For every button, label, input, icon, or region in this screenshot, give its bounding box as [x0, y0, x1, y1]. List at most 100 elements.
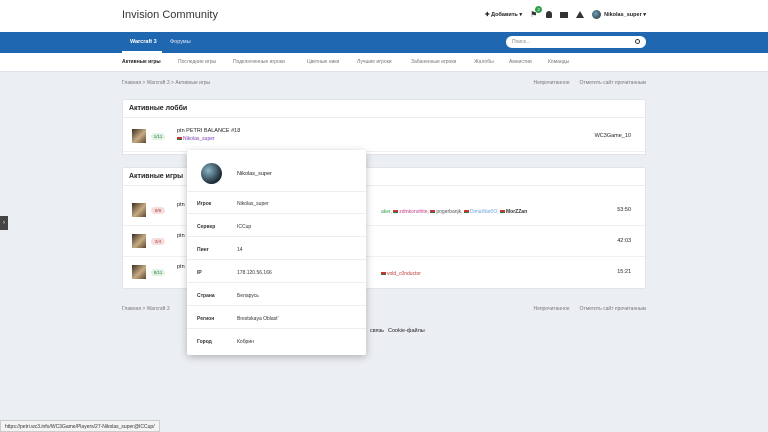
player-link[interactable]: vold_c0nductor	[387, 271, 421, 277]
flag-icon	[430, 210, 436, 214]
top-actions: ✚ Добавить ▾ ⚑ 2 Nikolas_super ▾	[485, 5, 646, 19]
unread-link[interactable]: Непрочитанное	[533, 306, 569, 312]
browser-status-url: https://petri.wc3.info/WC3Game/Players/2…	[0, 420, 160, 432]
lobbies-title: Активные лобби	[123, 100, 645, 118]
field-value: Беларусь	[237, 293, 259, 299]
breadcrumb-links: Главная > Warcraft 3 > Активные игры	[122, 80, 210, 86]
map-thumbnail	[132, 234, 146, 248]
user-menu[interactable]: Nikolas_super ▾	[592, 10, 646, 19]
field-value: 14	[237, 247, 243, 253]
breadcrumb-home[interactable]: Главная	[122, 80, 141, 86]
search-icon[interactable]	[635, 39, 640, 44]
add-button[interactable]: ✚ Добавить ▾	[485, 12, 522, 18]
lobby-host[interactable]: Nikolas_super	[177, 136, 215, 142]
top-bar: Invision Community ✚ Добавить ▾ ⚑ 2 Niko…	[0, 0, 768, 32]
field-label: Регион	[197, 316, 215, 322]
field-label: Страна	[197, 293, 215, 299]
tab-recent-games[interactable]: Последние игры	[178, 59, 216, 65]
avatar	[592, 10, 602, 19]
main-nav: Warcraft 3 Форумы Поиск...	[0, 32, 768, 53]
footer-links: связь Cookie-файлы	[370, 328, 425, 334]
breadcrumb-warcraft3[interactable]: Warcraft 3	[147, 306, 170, 312]
field-label: Игрок	[197, 201, 212, 207]
lobby-row[interactable]: 1/11 ptn PETRI BALANCE #18 Nikolas_super…	[123, 121, 645, 152]
mail-icon[interactable]	[560, 11, 569, 18]
breadcrumb: Главная > Warcraft 3 > Активные игры Неп…	[122, 80, 646, 90]
breadcrumb-actions: Непрочитанное Отметить сайт прочитанным	[533, 306, 646, 312]
game-time: 53:50	[617, 207, 631, 213]
field-value: Brestskaya Oblast'	[237, 316, 279, 322]
mark-read-link[interactable]: Отметить сайт прочитанным	[580, 306, 646, 312]
sub-nav: Активные игры Последние игры Подключенны…	[0, 53, 768, 72]
tab-banned-players[interactable]: Забаненные игроки	[411, 59, 456, 65]
slots-badge: 1/11	[151, 133, 165, 140]
game-time: 15:21	[617, 269, 631, 275]
field-value: 178.120.56.166	[237, 270, 272, 276]
field-label: Сервер	[197, 224, 216, 230]
breadcrumb-current: Активные игры	[175, 80, 211, 86]
unread-link[interactable]: Непрочитанное	[533, 80, 569, 86]
flag-icon	[177, 137, 182, 141]
tab-amnesty[interactable]: Амнистии	[509, 59, 532, 65]
hovercard-row: Пинг 14	[187, 238, 366, 260]
breadcrumb-warcraft3[interactable]: Warcraft 3	[147, 80, 170, 86]
tab-top-players[interactable]: Лучшие игроки	[357, 59, 392, 65]
warning-icon[interactable]	[576, 11, 585, 18]
breadcrumb-separator: >	[142, 306, 146, 312]
flag-icon	[393, 210, 399, 214]
player-link[interactable]: aker,	[381, 209, 392, 215]
flag-icon	[381, 272, 386, 276]
tab-colored-nicks[interactable]: Цветные ники	[307, 59, 339, 65]
username: Nikolas_super ▾	[604, 11, 646, 18]
player-hovercard: Nikolas_super Игрок Nikolas_super Сервер…	[187, 150, 366, 355]
lobby-server: WC3Game_10	[594, 133, 631, 139]
footer-cookies-link[interactable]: Cookie-файлы	[388, 328, 425, 334]
field-label: IP	[197, 270, 202, 276]
search-placeholder: Поиск...	[512, 39, 531, 45]
game-name[interactable]: ptn	[177, 202, 185, 208]
hovercard-row: Страна Беларусь	[187, 284, 366, 306]
lobbies-panel: Активные лобби 1/11 ptn PETRI BALANCE #1…	[122, 99, 646, 155]
tab-active-games[interactable]: Активные игры	[122, 59, 161, 65]
nav-item-warcraft3[interactable]: Warcraft 3	[130, 39, 157, 45]
hovercard-header: Nikolas_super	[187, 150, 366, 192]
footer-contact-link[interactable]: связь	[370, 328, 384, 334]
player-link[interactable]: MorZZan	[506, 209, 527, 215]
nav-item-forums[interactable]: Форумы	[170, 39, 191, 45]
side-panel-toggle[interactable]: ›	[0, 216, 8, 230]
field-value: Nikolas_super	[237, 201, 269, 207]
player-link[interactable]: DimaWar0O,	[470, 209, 499, 215]
tab-complaints[interactable]: Жалобы	[474, 59, 494, 65]
breadcrumb-separator: >	[142, 80, 146, 86]
game-name[interactable]: ptn	[177, 264, 185, 270]
breadcrumb-separator: >	[171, 80, 174, 86]
slots-badge: 8/8	[151, 207, 165, 214]
players-list: aker, zdmkonohite, pogerbanjk, DimaWar0O…	[381, 209, 527, 215]
slots-badge: 3/4	[151, 238, 165, 245]
map-thumbnail	[132, 265, 146, 279]
notification-badge: 2	[535, 5, 543, 13]
site-title[interactable]: Invision Community	[122, 9, 218, 21]
lobby-name[interactable]: ptn PETRI BALANCE #18	[177, 128, 240, 134]
map-thumbnail	[132, 129, 146, 143]
player-link[interactable]: zdmkonohite,	[399, 209, 429, 215]
breadcrumb-actions: Непрочитанное Отметить сайт прочитанным	[533, 80, 646, 86]
field-label: Пинг	[197, 247, 209, 253]
field-value: ICCup	[237, 224, 252, 230]
slots-badge: 8/11	[151, 269, 165, 276]
field-label: Город	[197, 339, 212, 345]
tab-teams[interactable]: Команды	[548, 59, 569, 65]
player-link[interactable]: pogerbanjk,	[436, 209, 462, 215]
mark-read-link[interactable]: Отметить сайт прочитанным	[580, 80, 646, 86]
bell-icon[interactable]	[546, 11, 553, 18]
avatar[interactable]	[201, 163, 222, 184]
game-time: 42:03	[617, 238, 631, 244]
hovercard-name[interactable]: Nikolas_super	[237, 171, 272, 177]
field-value: Кобрин	[237, 339, 254, 345]
breadcrumb-home[interactable]: Главная	[122, 306, 141, 312]
search-input[interactable]: Поиск...	[506, 36, 646, 48]
tab-connected-players[interactable]: Подключенные игроки	[233, 59, 285, 65]
game-name[interactable]: ptn	[177, 233, 185, 239]
flag-icon	[463, 210, 469, 214]
notifications-icon[interactable]: ⚑ 2	[530, 5, 543, 19]
